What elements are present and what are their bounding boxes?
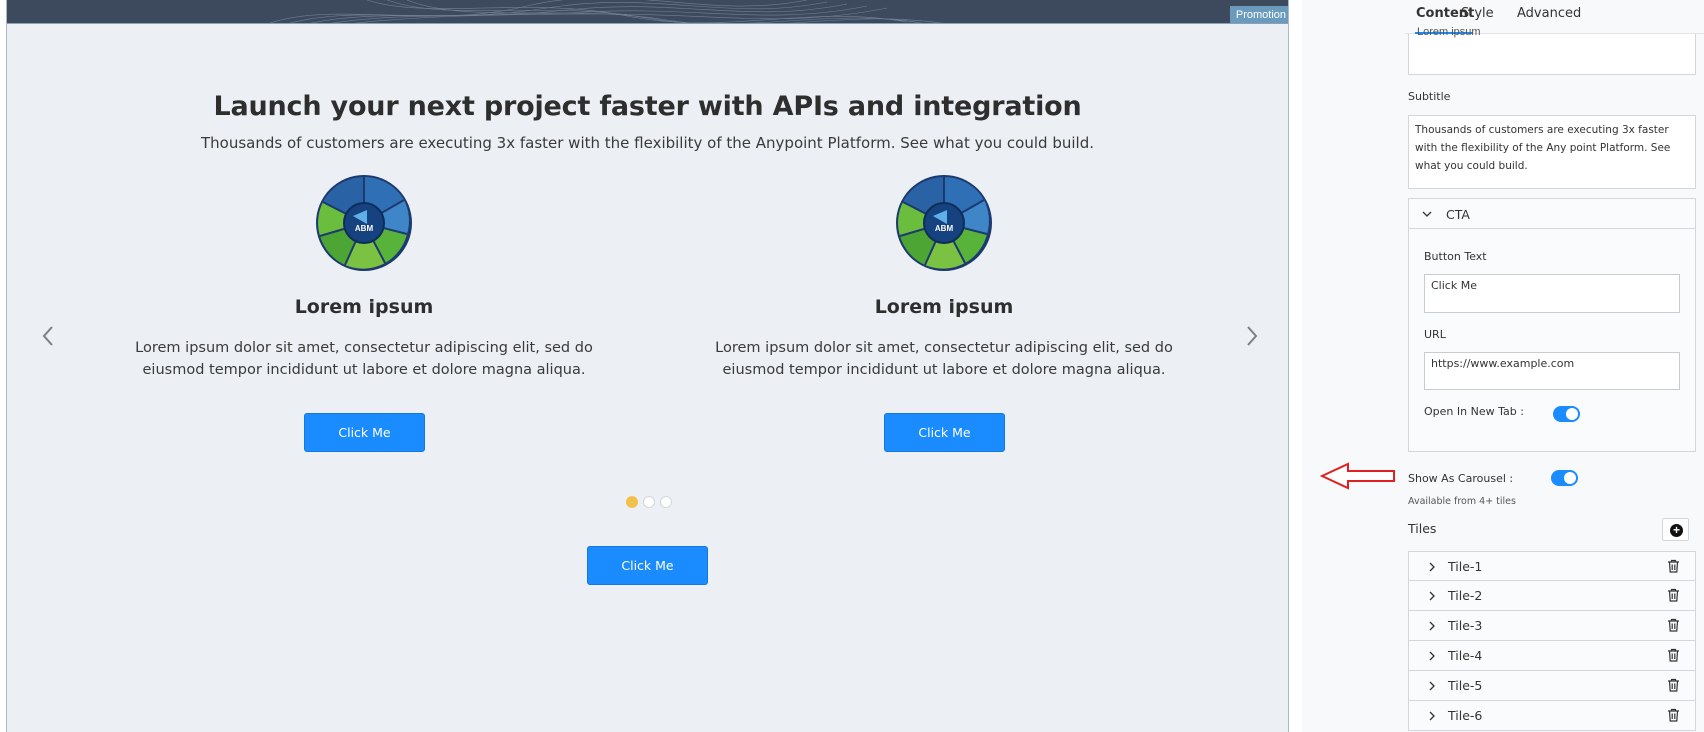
carousel-dot-1[interactable] — [626, 496, 638, 508]
trash-icon[interactable] — [1667, 648, 1680, 662]
carousel-dot-3[interactable] — [660, 496, 672, 508]
settings-panel: Content Style Advanced Lorem ipsum Subti… — [1302, 0, 1704, 732]
cta-group-header[interactable]: CTA — [1409, 199, 1695, 229]
carousel-hint: Available from 4+ tiles — [1408, 496, 1516, 507]
tile-list-item-label: Tile-5 — [1448, 678, 1483, 693]
tile-title: Lorem ipsum — [874, 296, 1014, 318]
tile-description: Lorem ipsum dolor sit amet, consectetur … — [135, 340, 593, 378]
chevron-right-icon — [1429, 591, 1435, 601]
wave-pattern-icon — [269, 0, 942, 23]
tile-cta-button[interactable]: Click Me — [304, 413, 425, 452]
trash-icon[interactable] — [1667, 708, 1680, 722]
carousel-dots — [626, 496, 672, 508]
tile-list-item-label: Tile-2 — [1448, 588, 1483, 603]
carousel-prev-icon[interactable] — [37, 324, 61, 348]
tile-list-item-label: Tile-3 — [1448, 618, 1483, 633]
tile-list-item[interactable]: Tile-2 — [1408, 581, 1696, 611]
page-canvas: Promotion Launch your next project faste… — [0, 0, 1302, 732]
url-input[interactable]: https://www.example.com — [1424, 352, 1680, 390]
tile-list: Tile-1 Tile-2 Tile-3 Tile-4 Tile-5 Tile-… — [1408, 551, 1696, 731]
tile-list-item[interactable]: Tile-4 — [1408, 641, 1696, 671]
chevron-right-icon — [1429, 711, 1435, 721]
button-text-label: Button Text — [1424, 250, 1487, 263]
url-label: URL — [1424, 328, 1446, 341]
promotion-section[interactable]: Promotion Launch your next project faste… — [6, 0, 1289, 732]
trash-icon[interactable] — [1667, 559, 1680, 573]
tile-list-item[interactable]: Tile-1 — [1408, 551, 1696, 581]
tile-cta-button[interactable]: Click Me — [884, 413, 1005, 452]
cta-group: CTA Button Text Click Me URL https://www… — [1408, 198, 1696, 452]
top-banner-image: Promotion — [7, 0, 1288, 24]
hero-title: Launch your next project faster with API… — [213, 91, 1082, 122]
carousel-dot-2[interactable] — [643, 496, 655, 508]
cta-group-label: CTA — [1446, 207, 1470, 222]
plus-circle-icon: + — [1670, 524, 1683, 537]
trash-icon[interactable] — [1667, 588, 1680, 602]
button-text-input[interactable]: Click Me — [1424, 274, 1680, 313]
open-new-tab-label: Open In New Tab : — [1424, 405, 1524, 418]
tab-advanced[interactable]: Advanced — [1517, 6, 1581, 21]
trash-icon[interactable] — [1667, 618, 1680, 632]
chevron-down-icon — [1422, 211, 1432, 217]
chevron-right-icon — [1429, 651, 1435, 661]
chevron-right-icon — [1429, 621, 1435, 631]
abm-label: ABM — [355, 224, 374, 233]
chevron-right-icon — [1429, 562, 1435, 572]
promotion-tag: Promotion — [1229, 6, 1288, 23]
tile-list-item-label: Tile-6 — [1448, 708, 1483, 723]
open-new-tab-toggle[interactable] — [1553, 406, 1580, 422]
tiles-label: Tiles — [1408, 521, 1437, 536]
title-field[interactable]: Lorem ipsum — [1408, 26, 1696, 75]
subtitle-textarea[interactable]: Thousands of customers are executing 3x … — [1408, 115, 1696, 189]
tile-title: Lorem ipsum — [294, 296, 434, 318]
abm-label: ABM — [935, 224, 954, 233]
show-as-carousel-label: Show As Carousel : — [1408, 472, 1514, 485]
carousel-tile: ABM Lorem ipsum Lorem ipsum dolor sit am… — [684, 174, 1204, 454]
show-as-carousel-toggle[interactable] — [1551, 470, 1578, 486]
tile-list-item[interactable]: Tile-5 — [1408, 671, 1696, 701]
subtitle-textarea-value: Thousands of customers are executing 3x … — [1415, 124, 1671, 172]
title-field-value: Lorem ipsum — [1417, 26, 1481, 38]
tab-style[interactable]: Style — [1461, 6, 1494, 21]
red-arrow-annotation-icon — [1320, 462, 1395, 490]
carousel-next-icon[interactable] — [1239, 324, 1263, 348]
carousel-tile: ABM Lorem ipsum Lorem ipsum dolor sit am… — [104, 174, 624, 454]
tile-description: Lorem ipsum dolor sit amet, consectetur … — [715, 340, 1173, 378]
chevron-right-icon — [1429, 681, 1435, 691]
tile-list-item[interactable]: Tile-3 — [1408, 611, 1696, 641]
panel-gutter — [1302, 0, 1405, 732]
trash-icon[interactable] — [1667, 678, 1680, 692]
tile-list-item-label: Tile-1 — [1448, 559, 1483, 574]
tile-list-item[interactable]: Tile-6 — [1408, 701, 1696, 731]
abm-wheel-image: ABM — [896, 175, 992, 271]
canvas-gutter — [1290, 0, 1302, 732]
subtitle-label: Subtitle — [1408, 90, 1451, 103]
hero-subtitle: Thousands of customers are executing 3x … — [201, 134, 1094, 152]
section-cta-button[interactable]: Click Me — [587, 546, 708, 585]
abm-wheel-image: ABM — [316, 175, 412, 271]
tile-list-item-label: Tile-4 — [1448, 648, 1483, 663]
add-tile-button[interactable]: + — [1662, 518, 1689, 541]
